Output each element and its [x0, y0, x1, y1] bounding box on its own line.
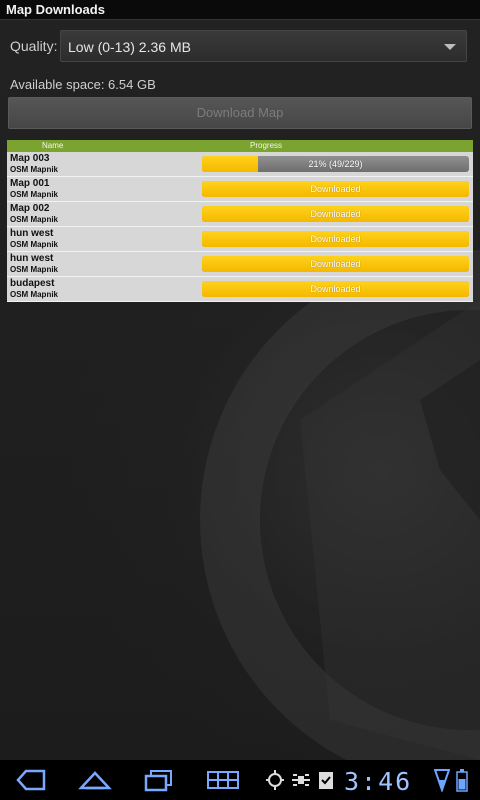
map-name: hun west	[10, 253, 54, 264]
table-row[interactable]: Map 003 OSM Mapnik 21% (49/229)	[7, 152, 473, 177]
progress-text: Downloaded	[310, 259, 361, 269]
quality-dropdown[interactable]: Low (0-13) 2.36 MB	[60, 30, 467, 62]
battery-icon	[456, 769, 468, 792]
quality-label: Quality:	[10, 38, 58, 54]
dropdown-arrow-icon	[444, 44, 456, 50]
recent-apps-icon[interactable]	[142, 768, 176, 792]
progress-bar: Downloaded	[202, 281, 469, 297]
system-clock: 3:46	[344, 767, 413, 796]
map-source: OSM Mapnik	[10, 165, 59, 174]
table-row[interactable]: Map 002 OSM Mapnik Downloaded	[7, 202, 473, 227]
map-name: hun west	[10, 228, 54, 239]
progress-bar: Downloaded	[202, 256, 469, 272]
map-source: OSM Mapnik	[10, 190, 59, 199]
progress-text: Downloaded	[310, 234, 361, 244]
progress-bar: Downloaded	[202, 206, 469, 222]
satellite-icon	[292, 774, 310, 786]
map-name: Map 003	[10, 153, 50, 164]
progress-bar: 21% (49/229)	[202, 156, 469, 172]
gps-icon	[266, 770, 284, 790]
map-source: OSM Mapnik	[10, 265, 59, 274]
downloads-table: Name Progress Map 003 OSM Mapnik 21% (49…	[7, 140, 473, 302]
menu-grid-icon[interactable]	[206, 768, 240, 792]
map-name: Map 002	[10, 203, 50, 214]
table-header: Name Progress	[7, 140, 473, 152]
back-icon[interactable]	[14, 768, 48, 792]
map-source: OSM Mapnik	[10, 290, 59, 299]
title-bar: Map Downloads	[0, 0, 480, 20]
progress-text: Downloaded	[310, 209, 361, 219]
header-name: Name	[42, 141, 64, 150]
map-source: OSM Mapnik	[10, 240, 59, 249]
home-icon[interactable]	[78, 768, 112, 792]
app-title: Map Downloads	[6, 2, 105, 17]
quality-selected-value: Low (0-13) 2.36 MB	[68, 39, 191, 55]
header-progress: Progress	[250, 141, 283, 150]
progress-bar: Downloaded	[202, 181, 469, 197]
progress-text: Downloaded	[310, 284, 361, 294]
table-row[interactable]: hun west OSM Mapnik Downloaded	[7, 227, 473, 252]
clipboard-check-icon	[319, 772, 333, 789]
progress-bar: Downloaded	[202, 231, 469, 247]
download-map-button[interactable]: Download Map	[8, 97, 472, 129]
available-space-text: Available space: 6.54 GB	[10, 77, 156, 92]
map-name: Map 001	[10, 178, 50, 189]
progress-text: 21% (49/229)	[308, 159, 363, 169]
signal-icon	[434, 769, 450, 792]
table-row[interactable]: Map 001 OSM Mapnik Downloaded	[7, 177, 473, 202]
table-row[interactable]: hun west OSM Mapnik Downloaded	[7, 252, 473, 277]
progress-text: Downloaded	[310, 184, 361, 194]
map-source: OSM Mapnik	[10, 215, 59, 224]
map-name: budapest	[10, 278, 55, 289]
table-row[interactable]: budapest OSM Mapnik Downloaded	[7, 277, 473, 302]
